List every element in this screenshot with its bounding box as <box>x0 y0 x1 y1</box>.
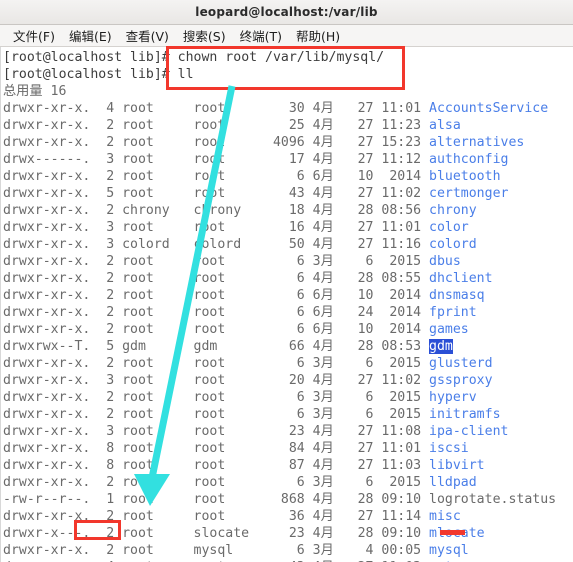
terminal-command-line: [root@localhost lib]# ll <box>3 67 194 82</box>
terminal-listing-row: drwxr-xr-x. 2 root root 6 3月 6 2015 glus… <box>3 356 493 371</box>
terminal-window: leopard@localhost:/var/lib 文件(F) 编辑(E) 查… <box>0 0 573 562</box>
terminal-listing-row: drwxr-xr-x. 3 root root 23 4月 27 11:08 i… <box>3 424 509 439</box>
terminal-total-line: 总用量 16 <box>3 84 67 99</box>
menu-help[interactable]: 帮助(H) <box>289 26 347 45</box>
terminal-listing-row: drwxr-xr-x. 3 root root 16 4月 27 11:01 c… <box>3 220 469 235</box>
terminal-listing-row: drwxr-xr-x. 8 root root 84 4月 27 11:01 i… <box>3 441 469 456</box>
terminal-output[interactable]: [root@localhost lib]# chown root /var/li… <box>0 47 573 562</box>
menu-edit[interactable]: 编辑(E) <box>62 26 119 45</box>
menu-search[interactable]: 搜索(S) <box>176 26 233 45</box>
window-titlebar: leopard@localhost:/var/lib <box>0 0 573 25</box>
terminal-listing-row: drwxr-xr-x. 2 root root 6 6月 10 2014 blu… <box>3 169 501 184</box>
terminal-listing-row: drwxr-xr-x. 2 root root 6 3月 6 2015 lldp… <box>3 475 477 490</box>
menubar[interactable]: 文件(F) 编辑(E) 查看(V) 搜索(S) 终端(T) 帮助(H) <box>0 25 573 47</box>
menu-view[interactable]: 查看(V) <box>119 26 176 45</box>
terminal-listing-row: drwxr-xr-x. 2 root mysql 6 3月 4 00:05 my… <box>3 543 469 558</box>
terminal-listing-row: drwxrwx--T. 5 gdm gdm 66 4月 28 08:53 gdm <box>3 339 453 354</box>
terminal-listing-row: drwxr-xr-x. 2 root root 6 4月 28 08:55 dh… <box>3 271 493 286</box>
menu-terminal[interactable]: 终端(T) <box>233 26 289 45</box>
terminal-left-rule <box>0 47 1 562</box>
terminal-listing-row: drwxr-xr-x. 2 root root 6 6月 10 2014 gam… <box>3 322 469 337</box>
terminal-listing-row: drwxr-xr-x. 5 root root 43 4月 27 11:02 c… <box>3 186 509 201</box>
terminal-listing-row: drwxr-xr-x. 4 root root 30 4月 27 11:01 A… <box>3 101 549 116</box>
terminal-listing-row: drwxr-xr-x. 2 root root 25 4月 27 11:23 a… <box>3 118 461 133</box>
terminal-listing-row: drwxr-xr-x. 2 root root 6 3月 6 2015 dbus <box>3 254 461 269</box>
terminal-listing-row: drwxr-xr-x. 8 root root 87 4月 27 11:03 l… <box>3 458 485 473</box>
terminal-listing-row: drwxr-xr-x. 2 root root 4096 4月 27 15:23… <box>3 135 525 150</box>
terminal-listing-row: drwx------. 3 root root 17 4月 27 11:12 a… <box>3 152 509 167</box>
terminal-listing-row: drwxr-xr-x. 2 root root 6 6月 24 2014 fpr… <box>3 305 477 320</box>
terminal-listing-row: drwxr-xr-x. 2 root root 36 4月 27 11:14 m… <box>3 509 461 524</box>
mysql-name-underline-mark <box>440 530 465 535</box>
terminal-lines: [root@localhost lib]# chown root /var/li… <box>1 49 573 562</box>
terminal-listing-row: drwxr-xr-x. 3 colord colord 50 4月 27 11:… <box>3 237 477 252</box>
terminal-listing-row: drwxr-xr-x. 2 root root 6 3月 6 2015 hype… <box>3 390 477 405</box>
terminal-listing-row: drwxr-xr-x. 3 root root 20 4月 27 11:02 g… <box>3 373 493 388</box>
terminal-command-line: [root@localhost lib]# chown root /var/li… <box>3 50 385 65</box>
terminal-listing-row: drwxr-xr-x. 2 root root 6 3月 6 2015 init… <box>3 407 501 422</box>
terminal-listing-row: drwxr-xr-x. 2 root root 6 6月 10 2014 dns… <box>3 288 485 303</box>
terminal-listing-row: -rw-r--r--. 1 root root 868 4月 28 09:10 … <box>3 492 557 507</box>
menu-file[interactable]: 文件(F) <box>6 26 62 45</box>
window-title: leopard@localhost:/var/lib <box>195 5 378 19</box>
terminal-listing-row: drwxr-xr-x. 2 chrony chrony 18 4月 28 08:… <box>3 203 477 218</box>
terminal-listing-row: drwxr-x---. 2 root slocate 23 4月 28 09:1… <box>3 526 485 541</box>
